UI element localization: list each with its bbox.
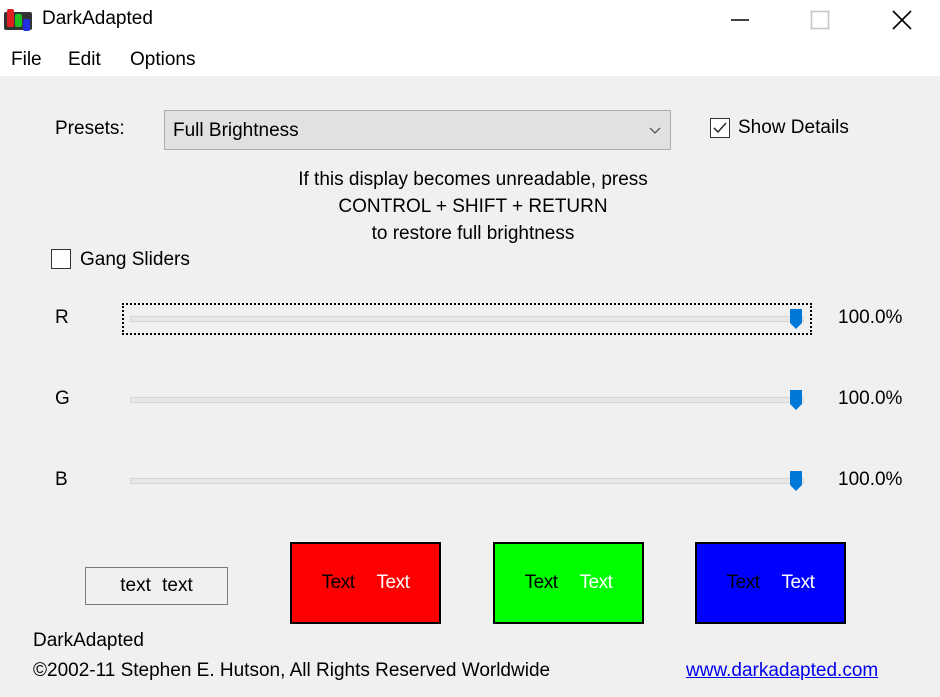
minimize-icon	[731, 19, 749, 21]
warning-line-1: If this display becomes unreadable, pres…	[298, 169, 648, 190]
blue-swatch: Text Text	[695, 542, 846, 624]
maximize-icon	[810, 10, 830, 30]
slider-value-b: 100.0%	[838, 469, 903, 490]
slider-thumb[interactable]	[790, 471, 802, 491]
slider-label-b: B	[55, 469, 68, 490]
website-link[interactable]: www.darkadapted.com	[686, 660, 878, 682]
restore-warning: If this display becomes unreadable, pres…	[240, 166, 706, 247]
slider-label-r: R	[55, 307, 69, 328]
slider-g[interactable]	[122, 384, 812, 416]
maximize-button[interactable]	[780, 0, 860, 40]
slider-track	[130, 397, 804, 403]
menu-bar: File Edit Options	[0, 40, 940, 76]
minimize-button[interactable]	[700, 0, 780, 40]
chevron-down-icon	[649, 127, 661, 134]
menu-options[interactable]: Options	[130, 49, 195, 71]
swatch-light-text: Text	[781, 572, 815, 593]
show-details-checkbox[interactable]	[710, 118, 730, 138]
presets-dropdown[interactable]: Full Brightness	[164, 110, 671, 150]
swatch-dark-text: Text	[726, 572, 760, 593]
footer-copyright: ©2002-11 Stephen E. Hutson, All Rights R…	[33, 660, 551, 681]
close-icon	[892, 10, 912, 30]
footer-app-name: DarkAdapted	[33, 630, 144, 651]
slider-label-g: G	[55, 388, 70, 409]
green-swatch: Text Text	[493, 542, 644, 624]
sample-text-box: text text	[85, 567, 228, 605]
slider-thumb[interactable]	[790, 390, 802, 410]
red-swatch: Text Text	[290, 542, 441, 624]
swatch-dark-text: Text	[524, 572, 558, 593]
menu-edit[interactable]: Edit	[68, 49, 101, 71]
slider-thumb[interactable]	[790, 309, 802, 329]
title-bar: DarkAdapted	[0, 0, 940, 40]
show-details-label[interactable]: Show Details	[738, 117, 849, 139]
gang-sliders-label[interactable]: Gang Sliders	[80, 249, 190, 271]
slider-r[interactable]	[122, 303, 812, 335]
warning-line-3: to restore full brightness	[371, 223, 575, 244]
warning-line-2: CONTROL + SHIFT + RETURN	[338, 196, 608, 217]
slider-value-r: 100.0%	[838, 307, 903, 328]
close-button[interactable]	[862, 0, 940, 40]
swatch-light-text: Text	[579, 572, 613, 593]
swatch-light-text: Text	[376, 572, 410, 593]
menu-file[interactable]: File	[11, 49, 42, 71]
checkmark-icon	[713, 122, 727, 134]
window-title: DarkAdapted	[42, 8, 153, 29]
slider-track	[130, 478, 804, 484]
gang-sliders-checkbox[interactable]	[51, 249, 71, 269]
slider-b[interactable]	[122, 465, 812, 497]
swatch-dark-text: Text	[321, 572, 355, 593]
presets-selected-value: Full Brightness	[173, 120, 299, 141]
slider-value-g: 100.0%	[838, 388, 903, 409]
slider-track	[130, 316, 804, 322]
app-icon	[4, 9, 32, 31]
presets-label: Presets:	[55, 118, 125, 139]
